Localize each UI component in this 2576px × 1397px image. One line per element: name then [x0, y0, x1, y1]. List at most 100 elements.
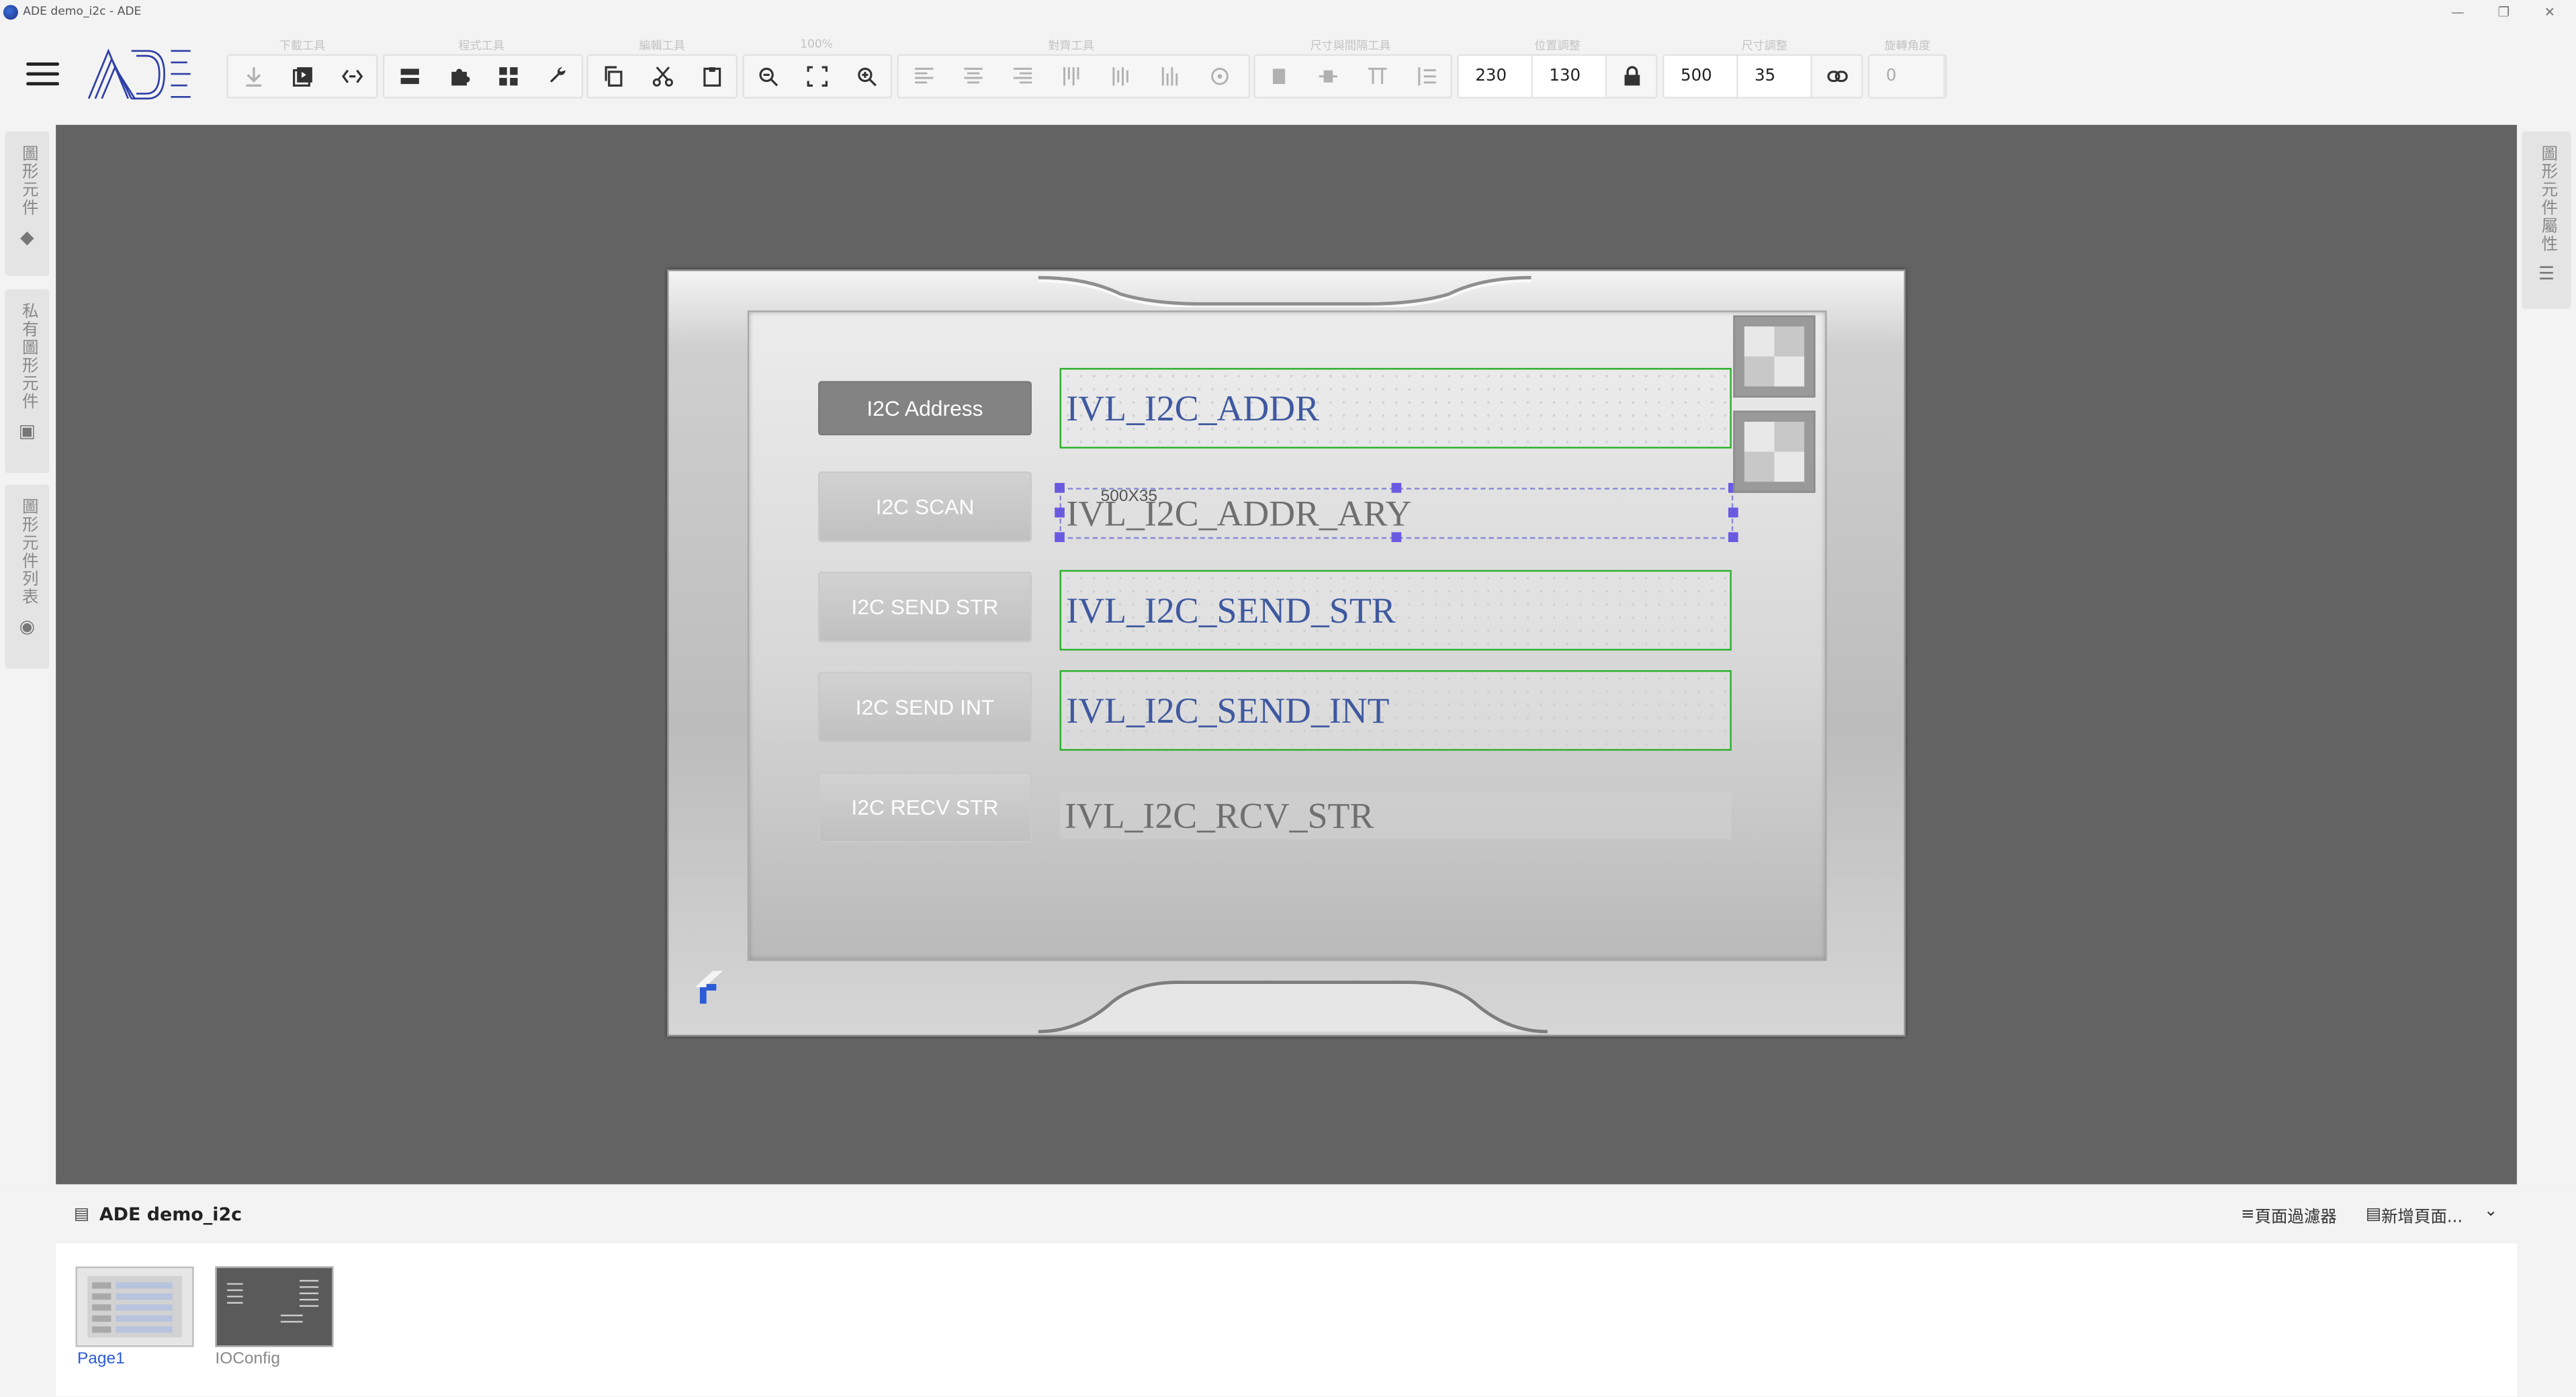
program-tools-label: 程式工具	[458, 39, 504, 53]
graphic-components-panel-tab[interactable]: 圖形元件 ◆	[5, 131, 50, 276]
align-circle-icon[interactable]	[1194, 56, 1243, 97]
diamond-icon: ◆	[19, 226, 34, 249]
bezel-notch-bottom	[1038, 981, 1548, 1034]
position-y-input[interactable]: 130	[1532, 56, 1607, 97]
size-width-input[interactable]: 500	[1664, 56, 1738, 97]
eye-icon: ◉	[19, 616, 36, 637]
document-icon: ▤	[74, 1204, 90, 1223]
add-page-button[interactable]: ▤ 新增頁面...	[2366, 1202, 2462, 1227]
zoom-in-icon[interactable]	[842, 56, 891, 97]
resize-handle[interactable]	[1391, 532, 1402, 543]
position-fields: 230 130	[1457, 54, 1658, 99]
widgets-icon[interactable]	[483, 56, 532, 97]
fit-screen-icon[interactable]	[793, 56, 842, 97]
download-tools-label: 下載工具	[279, 39, 326, 53]
wrench-icon[interactable]	[532, 56, 581, 97]
i2c-address-button[interactable]: I2C Address	[818, 381, 1032, 436]
graphic-components-label: 圖形元件	[17, 144, 36, 217]
align-bottom-icon[interactable]	[1145, 56, 1194, 97]
restore-button[interactable]: ❐	[2481, 0, 2526, 23]
filter-icon: ≡	[2241, 1206, 2255, 1224]
chevron-down-icon[interactable]: ⌄	[2484, 1202, 2498, 1220]
align-right-icon[interactable]	[997, 56, 1047, 97]
brand-logo-icon	[695, 971, 723, 1004]
minimize-button[interactable]: —	[2435, 0, 2481, 23]
paste-icon[interactable]	[686, 56, 736, 97]
align-top-icon[interactable]	[1047, 56, 1096, 97]
align-center-icon[interactable]	[948, 56, 997, 97]
page-filter-button[interactable]: ≡ 頁面過濾器	[2241, 1202, 2337, 1227]
i2c-rcv-str-field[interactable]: IVL_I2C_RCV_STR	[1059, 791, 1732, 840]
copy-icon[interactable]	[588, 56, 637, 97]
selection-size-tag: 500X35	[1100, 488, 1158, 506]
i2c-send-str-field[interactable]: IVL_I2C_SEND_STR	[1059, 570, 1732, 651]
same-width-icon[interactable]	[1304, 56, 1353, 97]
page-thumbnail-page1[interactable]	[75, 1266, 194, 1347]
add-document-icon: ▤	[2365, 1206, 2382, 1224]
resize-handle[interactable]	[1391, 483, 1402, 493]
align-tools	[897, 54, 1251, 99]
code-icon[interactable]	[327, 56, 376, 97]
position-x-input[interactable]: 230	[1458, 56, 1533, 97]
menu-icon[interactable]	[26, 62, 60, 86]
lock-icon[interactable]	[1607, 56, 1656, 97]
page-thumbnail-ioconfig[interactable]	[215, 1266, 334, 1347]
program-tools	[382, 54, 584, 99]
close-button[interactable]: ✕	[2527, 0, 2573, 23]
preview-icon[interactable]	[277, 56, 326, 97]
component-properties-panel-tab[interactable]: 圖形元件屬性 ☰	[2522, 131, 2571, 309]
resize-handle[interactable]	[1055, 483, 1065, 493]
h-spacing-icon[interactable]	[1353, 56, 1402, 97]
i2c-recv-str-button[interactable]: I2C RECV STR	[818, 772, 1032, 843]
link-icon[interactable]	[1812, 56, 1861, 97]
app-icon	[3, 4, 18, 19]
size-label: 尺寸調整	[1741, 39, 1788, 53]
size-fields: 500 35	[1662, 54, 1863, 99]
i2c-addr-field[interactable]: IVL_I2C_ADDR	[1059, 367, 1732, 449]
right-panel-strip: 圖形元件屬性 ☰	[2516, 124, 2576, 1185]
component-list-panel-tab[interactable]: 圖形元件列表 ◉	[5, 484, 50, 669]
ade-logo	[87, 48, 191, 100]
add-page-label: 新增頁面...	[2381, 1209, 2463, 1228]
page-panel: ▤ ADE demo_i2c ≡ 頁面過濾器 ▤ 新增頁面... ⌄ Page1 I…	[56, 1184, 2517, 1397]
download-tools	[226, 54, 378, 99]
zoom-out-icon[interactable]	[744, 56, 793, 97]
cut-icon[interactable]	[637, 56, 686, 97]
image-placeholder[interactable]	[1733, 315, 1816, 398]
v-spacing-icon[interactable]	[1402, 56, 1451, 97]
resize-handle[interactable]	[1055, 532, 1065, 543]
size-height-input[interactable]: 35	[1738, 56, 1812, 97]
i2c-send-int-button[interactable]: I2C SEND INT	[818, 672, 1032, 743]
title-bar: ADE demo_i2c - ADE — ❐ ✕	[0, 0, 2576, 24]
storage-icon[interactable]	[384, 56, 433, 97]
box-icon: ▣	[18, 420, 36, 442]
i2c-scan-button[interactable]: I2C SCAN	[818, 471, 1032, 543]
private-components-label: 私有圖形元件	[17, 302, 36, 411]
i2c-send-int-field[interactable]: IVL_I2C_SEND_INT	[1059, 670, 1732, 751]
component-list-label: 圖形元件列表	[17, 498, 36, 606]
page-label-page1[interactable]: Page1	[77, 1350, 125, 1368]
resize-handle[interactable]	[1728, 532, 1738, 543]
position-label: 位置調整	[1534, 39, 1581, 53]
component-properties-label: 圖形元件屬性	[2537, 144, 2556, 253]
i2c-addr-ary-field[interactable]: IVL_I2C_ADDR_ARY	[1059, 488, 1734, 539]
plugin-icon[interactable]	[434, 56, 483, 97]
project-name: ADE demo_i2c	[99, 1203, 242, 1225]
window-title: ADE demo_i2c - ADE	[23, 5, 142, 18]
zoom-tools	[742, 54, 893, 99]
same-size-icon[interactable]	[1255, 56, 1304, 97]
private-components-panel-tab[interactable]: 私有圖形元件 ▣	[5, 289, 50, 474]
page-panel-header: ▤ ADE demo_i2c ≡ 頁面過濾器 ▤ 新增頁面... ⌄	[56, 1184, 2517, 1244]
resize-handle[interactable]	[1055, 507, 1065, 518]
align-left-icon[interactable]	[899, 56, 948, 97]
i2c-send-str-button[interactable]: I2C SEND STR	[818, 572, 1032, 643]
download-icon[interactable]	[228, 56, 277, 97]
image-placeholder[interactable]	[1733, 410, 1816, 493]
page-label-ioconfig[interactable]: IOConfig	[215, 1350, 280, 1368]
spacing-tools-label: 尺寸與間隔工具	[1310, 39, 1391, 53]
resize-handle[interactable]	[1728, 507, 1738, 518]
left-panel-strip: 圖形元件 ◆ 私有圖形元件 ▣ 圖形元件列表 ◉	[0, 124, 56, 1185]
edit-tools	[586, 54, 738, 99]
align-middle-icon[interactable]	[1096, 56, 1145, 97]
rotation-input[interactable]: 0	[1869, 56, 1945, 97]
